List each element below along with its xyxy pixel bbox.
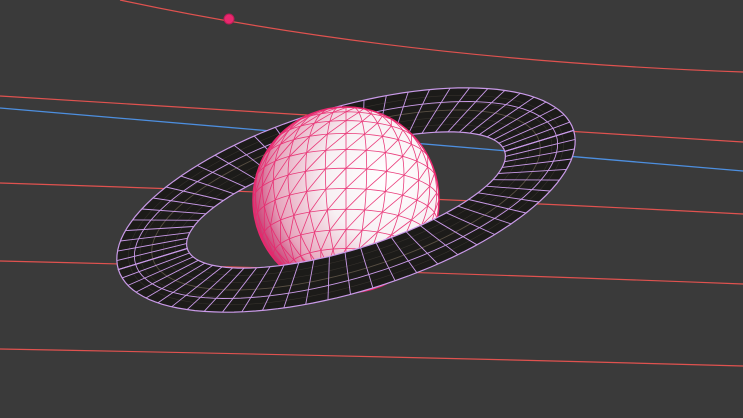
orbit-path — [0, 348, 743, 367]
viewport-canvas[interactable] — [0, 0, 743, 418]
orbit-marker[interactable] — [223, 13, 235, 25]
orbit-path — [119, 0, 743, 73]
3d-viewport[interactable] — [0, 0, 743, 418]
